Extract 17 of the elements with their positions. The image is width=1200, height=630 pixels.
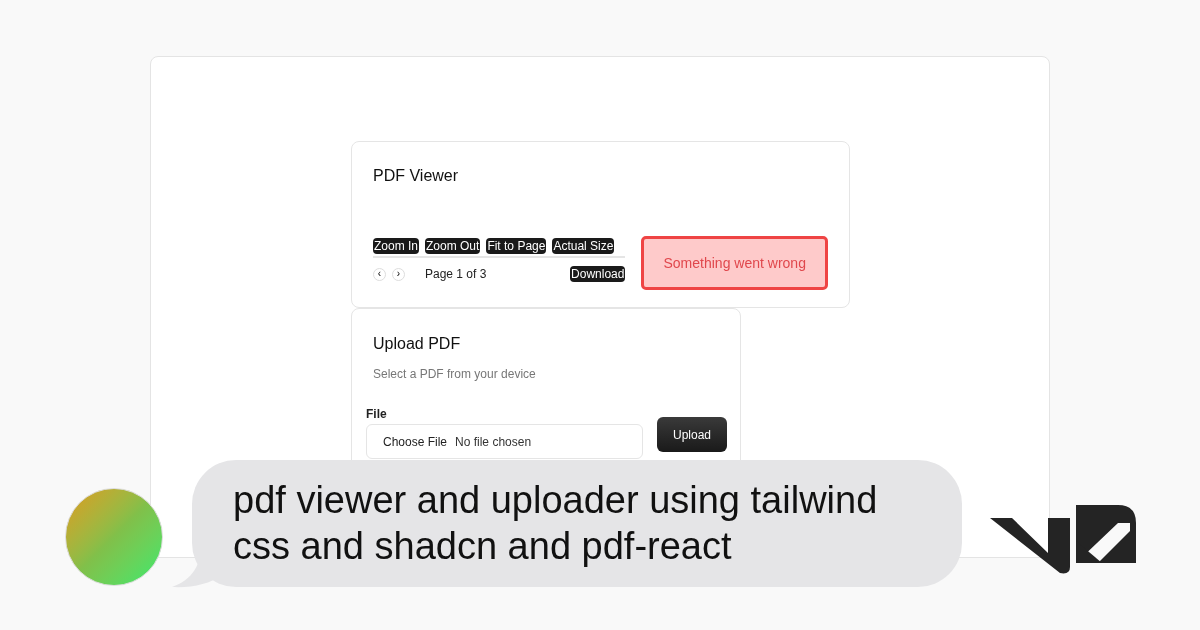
logo-icon <box>990 505 1136 575</box>
toolbar-button[interactable]: Zoom In <box>373 238 419 254</box>
upload-button[interactable]: Upload <box>657 417 727 452</box>
toolbar-button[interactable]: Actual Size <box>552 238 615 254</box>
field-label: File <box>366 406 388 423</box>
message-text: pdf viewer and uploader using tailwindcss and shadcn and pdf-react <box>233 478 879 569</box>
download-button[interactable]: Download <box>570 266 626 282</box>
card-title: PDF Viewer <box>373 166 460 186</box>
toolbar-button[interactable]: Zoom Out <box>425 238 481 254</box>
error-alert: Something went wrong <box>641 236 828 290</box>
page-indicator: Page 1 of 3 <box>425 266 487 283</box>
card-title: Upload PDF <box>373 334 462 354</box>
choose-file-button[interactable]: Choose File <box>383 432 448 451</box>
card-description: Select a PDF from your device <box>373 366 537 383</box>
file-status: No file chosen <box>455 433 532 451</box>
file-input[interactable]: Choose File No file chosen <box>366 424 643 459</box>
toolbar-button[interactable]: Fit to Page <box>486 238 547 254</box>
